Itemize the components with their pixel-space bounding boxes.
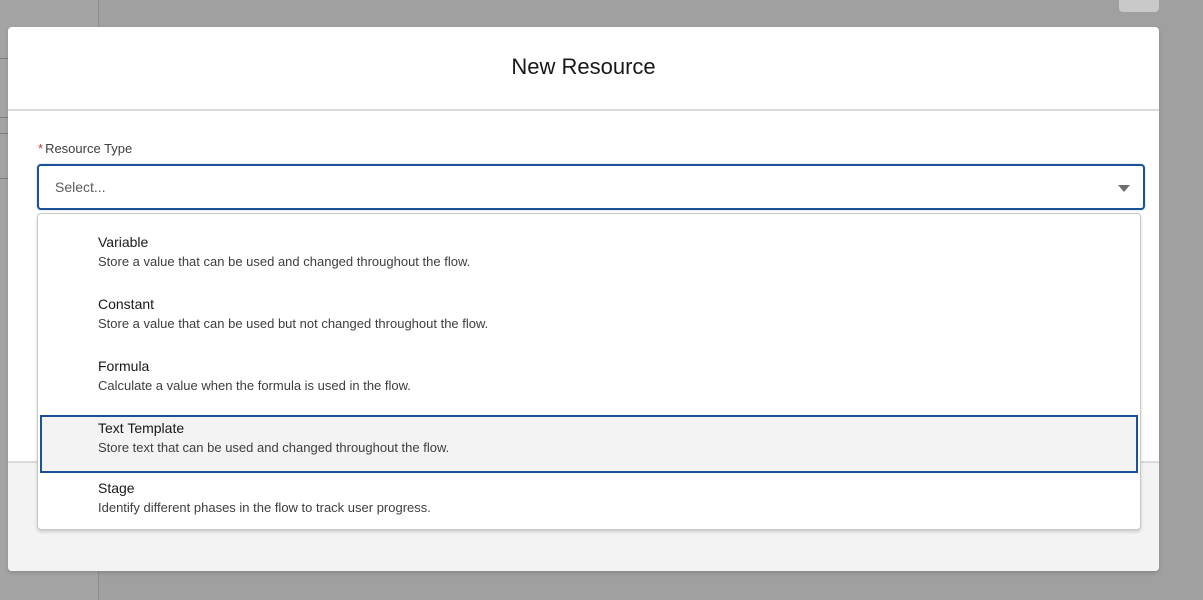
resource-type-listbox: Variable Store a value that can be used …: [37, 213, 1141, 530]
option-title: Constant: [98, 296, 155, 312]
option-text-template[interactable]: Text Template Store text that can be use…: [40, 415, 1138, 473]
option-variable[interactable]: Variable Store a value that can be used …: [38, 229, 1140, 291]
option-title: Text Template: [98, 420, 185, 436]
resource-type-label-text: Resource Type: [45, 141, 133, 156]
resource-type-label: * Resource Type: [38, 141, 132, 156]
option-title: Formula: [98, 358, 150, 374]
caret-down-icon[interactable]: [1118, 185, 1130, 192]
modal-title: New Resource: [511, 54, 656, 79]
option-description: Store text that can be used and changed …: [98, 440, 450, 455]
option-description: Calculate a value when the formula is us…: [98, 378, 411, 393]
option-formula[interactable]: Formula Calculate a value when the formu…: [38, 353, 1140, 415]
required-marker: *: [38, 141, 44, 156]
option-stage[interactable]: Stage Identify different phases in the f…: [38, 475, 1140, 537]
option-description: Store a value that can be used and chang…: [98, 254, 471, 269]
option-constant[interactable]: Constant Store a value that can be used …: [38, 291, 1140, 353]
resource-type-placeholder: Select...: [55, 179, 106, 195]
modal-header: New Resource: [8, 27, 1159, 111]
option-description: Identify different phases in the flow to…: [98, 500, 431, 515]
option-description: Store a value that can be used but not c…: [98, 316, 489, 331]
background-close-button: [1119, 0, 1159, 12]
option-title: Stage: [98, 480, 135, 496]
resource-type-combobox[interactable]: Select...: [37, 164, 1145, 210]
option-title: Variable: [98, 234, 149, 250]
